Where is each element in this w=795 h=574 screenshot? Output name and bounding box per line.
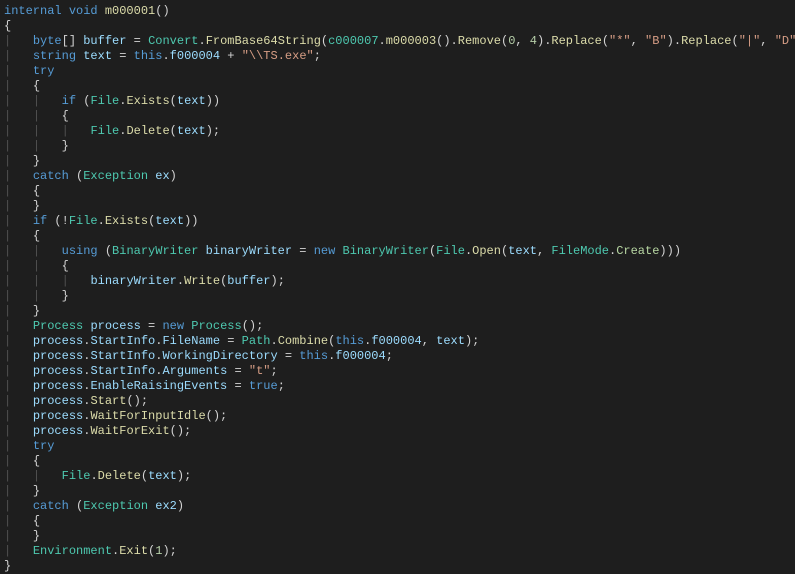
code-block: internal void m000001() { | byte[] buffe… bbox=[0, 0, 795, 574]
